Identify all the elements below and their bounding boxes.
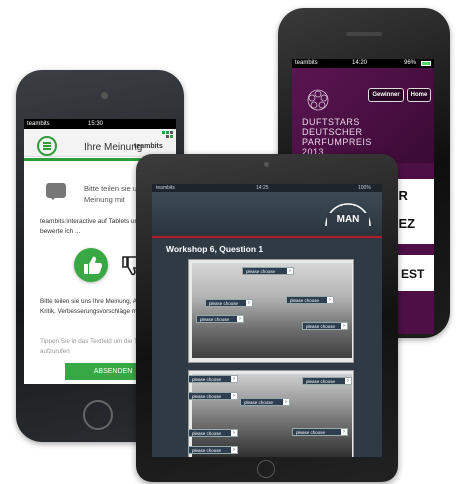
home-button[interactable]: Home [407,88,431,102]
clock: 14:25 [256,185,269,191]
nominee-card-2-text: EST [401,267,425,281]
duftstars-logo-icon [307,89,329,111]
speaker-grille [346,32,382,36]
home-button[interactable] [257,460,275,478]
choice-dropdown[interactable]: please choose › [240,398,290,406]
choice-dropdown[interactable]: please choose › [188,446,238,454]
cabin-photo-2 [192,374,352,457]
choice-dropdown[interactable]: please choose › [196,315,244,323]
clock: 15:30 [88,121,104,127]
accent-line [152,236,382,238]
brand-line-1: DUFTSTARS [302,117,360,127]
teambits-logo-icon [162,131,173,138]
choice-dropdown[interactable]: please choose › [188,429,238,437]
camera [264,162,269,167]
status-bar: teambits 14:25 100% [152,184,382,192]
question-title: Workshop 6, Question 1 [166,244,264,254]
man-logo-icon: MAN [325,203,371,227]
camera [101,92,108,99]
choice-dropdown[interactable]: please choose › [302,322,348,330]
duftstars-header: Gewinner Home DUFTSTARS DEUTSCHER PARFUM… [292,68,434,163]
status-bar: teambits 15:30 [24,119,176,129]
status-bar: teambits 14:20 96% [292,59,434,68]
thumbs-up-icon [84,256,102,274]
carrier-label: teambits [156,185,175,191]
brand-line-2: DEUTSCHER [302,127,363,137]
chat-bubble-icon [46,183,66,200]
choice-dropdown[interactable]: please choose › [286,296,334,304]
choice-dropdown[interactable]: please choose › [302,377,352,385]
like-button[interactable] [74,248,108,282]
carrier-label: teambits [27,121,50,127]
winners-button[interactable]: Gewinner [368,88,404,102]
brand-label: teambits [134,143,163,150]
battery-label: 100% [358,185,371,191]
man-logo-text: MAN [337,214,360,225]
choice-dropdown[interactable]: please choose › [242,267,294,275]
carrier-label: teambits [295,60,318,66]
home-button[interactable] [83,400,113,430]
ipad-device: teambits 14:25 100% MAN Workshop 6, Ques… [136,154,398,482]
choice-dropdown[interactable]: please choose › [188,375,238,383]
battery-icon [421,61,431,66]
workshop-screen: teambits 14:25 100% MAN Workshop 6, Ques… [152,184,382,457]
cabin-photo-1 [192,263,352,358]
clock: 14:20 [352,60,368,66]
choice-dropdown[interactable]: please choose › [205,299,253,307]
brand-line-3: PARFUMPREIS [302,137,372,147]
choice-dropdown[interactable]: please choose › [188,392,238,400]
battery-label: 96% [404,60,417,66]
menu-icon[interactable] [37,136,57,156]
choice-dropdown[interactable]: please choose › [292,428,348,436]
